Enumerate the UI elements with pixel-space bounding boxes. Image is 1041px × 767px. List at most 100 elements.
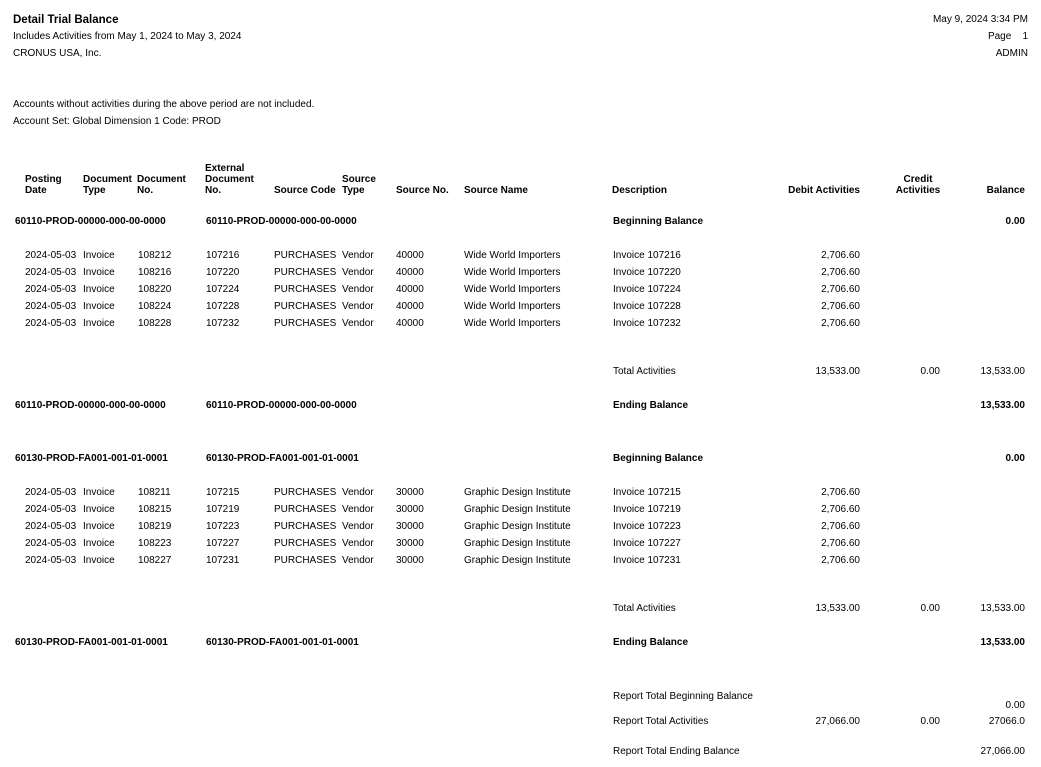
entry-document-no: 108212 bbox=[138, 250, 172, 261]
entry-source-type: Vendor bbox=[342, 538, 374, 549]
entry-source-name: Wide World Importers bbox=[464, 267, 561, 278]
entry-document-no: 108211 bbox=[138, 487, 171, 498]
entry-source-code: PURCHASES bbox=[274, 521, 337, 532]
report-total-ending-balance: 27,066.00 bbox=[980, 746, 1026, 757]
entry-description: Invoice 107231 bbox=[613, 555, 681, 566]
entry-posting-date: 2024-05-03 bbox=[25, 267, 77, 278]
entry-description: Invoice 107220 bbox=[613, 267, 681, 278]
entry-source-code: PURCHASES bbox=[274, 538, 337, 549]
entry-description: Invoice 107216 bbox=[613, 250, 681, 261]
entry-document-no: 108219 bbox=[138, 521, 172, 532]
entry-debit: 2,706.60 bbox=[821, 555, 860, 566]
entry-source-code: PURCHASES bbox=[274, 250, 337, 261]
entry-description: Invoice 107215 bbox=[613, 487, 681, 498]
col-description: Description bbox=[612, 185, 668, 196]
col-source-code: Source Code bbox=[274, 185, 336, 196]
entry-description: Invoice 107228 bbox=[613, 301, 681, 312]
beginning-balance-value: 0.00 bbox=[1005, 453, 1025, 464]
entry-source-name: Graphic Design Institute bbox=[464, 555, 571, 566]
beginning-balance-label: Beginning Balance bbox=[613, 216, 704, 227]
entry-posting-date: 2024-05-03 bbox=[25, 318, 77, 329]
col-external-document-no: External Document No. bbox=[205, 163, 254, 196]
entry-document-type: Invoice bbox=[83, 487, 115, 498]
report-total-activities-label: Report Total Activities bbox=[613, 716, 709, 727]
entry-source-name: Graphic Design Institute bbox=[464, 521, 571, 532]
entry-document-no: 108216 bbox=[138, 267, 172, 278]
entry-description: Invoice 107232 bbox=[613, 318, 681, 329]
entry-document-no: 108220 bbox=[138, 284, 172, 295]
col-document-type: Document Type bbox=[83, 174, 132, 196]
entry-source-type: Vendor bbox=[342, 521, 374, 532]
entry-document-type: Invoice bbox=[83, 318, 115, 329]
ending-balance-value: 13,533.00 bbox=[980, 637, 1026, 648]
entry-source-no: 40000 bbox=[396, 250, 424, 261]
entry-description: Invoice 107223 bbox=[613, 521, 681, 532]
page-label: Page bbox=[987, 31, 1012, 42]
col-balance: Balance bbox=[986, 185, 1025, 196]
entry-external-document-no: 107232 bbox=[206, 318, 240, 329]
entry-external-document-no: 107227 bbox=[206, 538, 240, 549]
entry-source-code: PURCHASES bbox=[274, 555, 337, 566]
entry-document-type: Invoice bbox=[83, 504, 115, 515]
entry-description: Invoice 107219 bbox=[613, 504, 681, 515]
total-activities-balance: 13,533.00 bbox=[980, 366, 1026, 377]
entry-debit: 2,706.60 bbox=[821, 284, 860, 295]
entry-document-type: Invoice bbox=[83, 250, 115, 261]
entry-document-type: Invoice bbox=[83, 538, 115, 549]
entry-document-type: Invoice bbox=[83, 267, 115, 278]
entry-source-code: PURCHASES bbox=[274, 318, 337, 329]
entry-source-name: Graphic Design Institute bbox=[464, 487, 571, 498]
entry-source-no: 40000 bbox=[396, 301, 424, 312]
entry-document-no: 108227 bbox=[138, 555, 172, 566]
col-posting-date: Posting Date bbox=[25, 174, 62, 196]
entry-debit: 2,706.60 bbox=[821, 487, 860, 498]
report-total-ending-label: Report Total Ending Balance bbox=[613, 746, 740, 757]
entry-source-type: Vendor bbox=[342, 318, 374, 329]
entry-source-type: Vendor bbox=[342, 555, 374, 566]
account-number: 60130-PROD-FA001-001-01-0001 bbox=[15, 637, 168, 648]
col-source-name: Source Name bbox=[464, 185, 528, 196]
report-title: Detail Trial Balance bbox=[13, 14, 119, 26]
entry-source-no: 30000 bbox=[396, 521, 424, 532]
total-activities-balance: 13,533.00 bbox=[980, 603, 1026, 614]
report-total-beginning-label: Report Total Beginning Balance bbox=[613, 691, 753, 702]
total-activities-credit: 0.00 bbox=[920, 603, 940, 614]
entry-source-no: 40000 bbox=[396, 267, 424, 278]
beginning-balance-value: 0.00 bbox=[1005, 216, 1025, 227]
total-activities-label: Total Activities bbox=[613, 366, 676, 377]
entry-posting-date: 2024-05-03 bbox=[25, 284, 77, 295]
entry-debit: 2,706.60 bbox=[821, 504, 860, 515]
account-number: 60130-PROD-FA001-001-01-0001 bbox=[15, 453, 168, 464]
report-subtitle: Includes Activities from May 1, 2024 to … bbox=[13, 31, 242, 42]
col-credit-activities: Credit Activities bbox=[895, 174, 941, 196]
entry-posting-date: 2024-05-03 bbox=[25, 250, 77, 261]
entry-source-name: Graphic Design Institute bbox=[464, 504, 571, 515]
entry-debit: 2,706.60 bbox=[821, 538, 860, 549]
entry-posting-date: 2024-05-03 bbox=[25, 487, 77, 498]
entry-external-document-no: 107223 bbox=[206, 521, 240, 532]
entry-description: Invoice 107227 bbox=[613, 538, 681, 549]
entry-posting-date: 2024-05-03 bbox=[25, 521, 77, 532]
entry-description: Invoice 107224 bbox=[613, 284, 681, 295]
entry-source-type: Vendor bbox=[342, 267, 374, 278]
total-activities-debit: 13,533.00 bbox=[815, 603, 861, 614]
entry-debit: 2,706.60 bbox=[821, 250, 860, 261]
beginning-balance-label: Beginning Balance bbox=[613, 453, 704, 464]
page-number: 1 bbox=[1022, 31, 1028, 42]
total-activities-credit: 0.00 bbox=[920, 366, 940, 377]
entry-posting-date: 2024-05-03 bbox=[25, 504, 77, 515]
entry-document-type: Invoice bbox=[83, 301, 115, 312]
entry-source-no: 40000 bbox=[396, 318, 424, 329]
entry-source-type: Vendor bbox=[342, 301, 374, 312]
report-datetime: May 9, 2024 3:34 PM bbox=[932, 14, 1028, 25]
col-document-no: Document No. bbox=[137, 174, 186, 196]
entry-document-no: 108224 bbox=[138, 301, 172, 312]
entry-document-no: 108223 bbox=[138, 538, 172, 549]
entry-document-no: 108215 bbox=[138, 504, 172, 515]
entry-source-code: PURCHASES bbox=[274, 301, 337, 312]
entry-source-code: PURCHASES bbox=[274, 284, 337, 295]
entry-external-document-no: 107215 bbox=[206, 487, 240, 498]
entry-source-no: 30000 bbox=[396, 504, 424, 515]
entry-source-name: Graphic Design Institute bbox=[464, 538, 571, 549]
entry-document-type: Invoice bbox=[83, 521, 115, 532]
